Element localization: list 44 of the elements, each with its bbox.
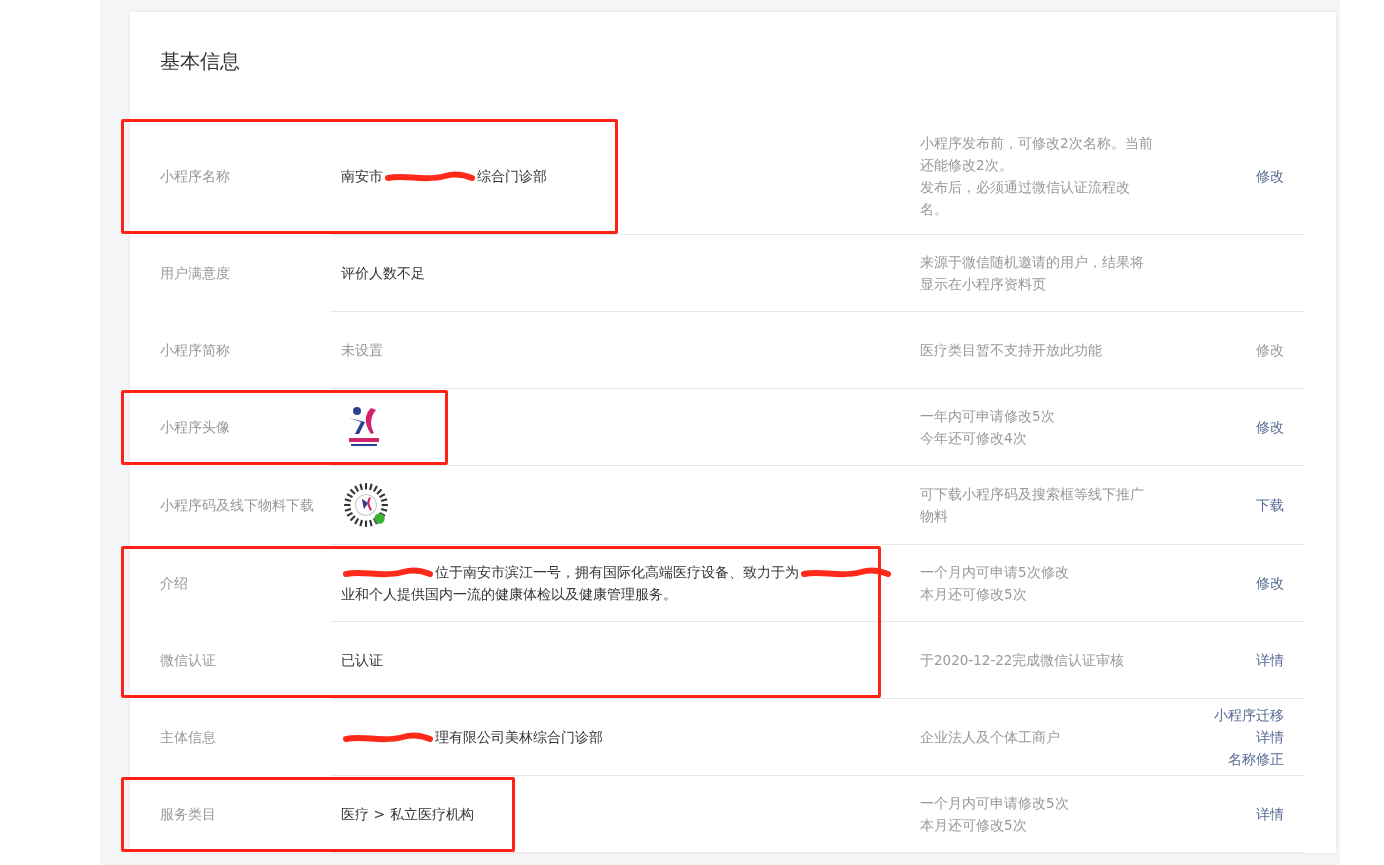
description-text: 本月还可修改5次	[920, 585, 1028, 604]
description-text: 一个月内可申请修改5次	[920, 794, 1070, 813]
description-text: 可下载小程序码及搜索框等线下推广	[920, 485, 1145, 504]
action-link[interactable]: 小程序迁移	[1214, 704, 1284, 726]
field-label: 介绍	[160, 574, 188, 593]
field-label: 服务类目	[160, 805, 216, 824]
field-label: 小程序码及线下物料下载	[160, 496, 314, 515]
field-label: 用户满意度	[160, 264, 230, 283]
description-text: 小程序发布前，可修改2次名称。当前	[920, 134, 1154, 153]
field-value: 评价人数不足	[341, 264, 426, 283]
description-text: 还能修改2次。	[920, 156, 1014, 175]
description-text: 显示在小程序资料页	[920, 275, 1047, 294]
section-title: 基本信息	[159, 48, 241, 75]
field-value: 已认证	[341, 651, 384, 670]
field-label: 微信认证	[160, 651, 216, 670]
action-link[interactable]: 详情	[1256, 726, 1284, 748]
description-text: 物料	[920, 507, 949, 526]
action-link[interactable]: 修改	[1256, 165, 1284, 187]
field-value: 未设置	[341, 341, 384, 360]
action-link[interactable]: 详情	[1256, 649, 1284, 671]
field-value: 南安市 综合门诊部	[341, 167, 548, 186]
description-text: 一年内可申请修改5次	[920, 407, 1056, 426]
field-value: 医疗 > 私立医疗机构	[341, 805, 475, 824]
description-text: 本月还可修改5次	[920, 816, 1028, 835]
field-value: 位于南安市滨江一号，拥有国际化高端医疗设备、致力于为 业和个人提供国内一流的健康体检以及健康管理服务。	[341, 561, 900, 605]
qr-code-icon	[341, 480, 391, 530]
action-link[interactable]: 名称修正	[1228, 748, 1284, 770]
description-text: 名。	[920, 200, 949, 219]
description-text: 于2020-12-22完成微信认证审核	[920, 651, 1126, 670]
description-text: 一个月内可申请5次修改	[920, 563, 1070, 582]
action-link[interactable]: 修改	[1256, 416, 1284, 438]
action-link[interactable]: 详情	[1256, 803, 1284, 825]
description-text: 发布后，必须通过微信认证流程改	[920, 178, 1131, 197]
description-text: 医疗类目暂不支持开放此功能	[920, 341, 1103, 360]
action-link[interactable]: 修改	[1256, 572, 1284, 594]
action-link[interactable]: 下载	[1256, 494, 1284, 516]
description-text: 企业法人及个体工商户	[920, 728, 1061, 747]
field-value: 理有限公司美林综合门诊部	[341, 726, 900, 748]
field-label: 小程序头像	[160, 418, 230, 437]
description-text: 来源于微信随机邀请的用户，结果将	[920, 253, 1145, 272]
field-label: 小程序简称	[160, 341, 230, 360]
field-label: 主体信息	[160, 728, 216, 747]
field-label: 小程序名称	[160, 167, 230, 186]
description-text: 今年还可修改4次	[920, 429, 1028, 448]
